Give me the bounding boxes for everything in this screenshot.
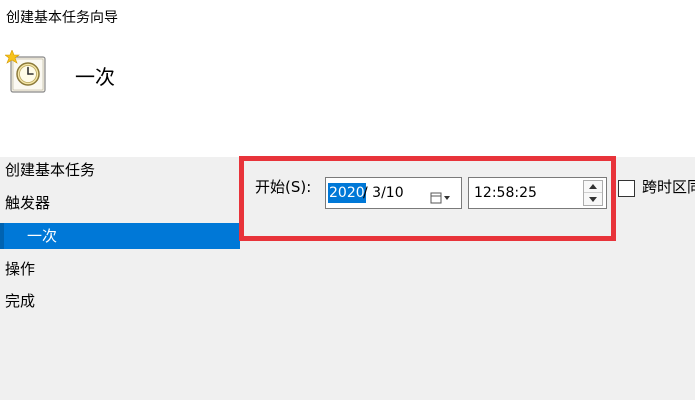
date-month-day-segment[interactable]: / 3/10 [363, 183, 404, 203]
start-date-picker[interactable]: 2020 / 3/10 [325, 177, 462, 209]
spin-up-icon[interactable] [584, 181, 602, 193]
start-time-field[interactable]: 12:58:25 [468, 177, 607, 209]
sync-timezone-label[interactable]: 跨时区同步 [642, 177, 695, 197]
start-label: 开始(S): [255, 178, 312, 196]
date-year-segment[interactable]: 2020 [328, 183, 366, 203]
time-value[interactable]: 12:58:25 [474, 183, 537, 203]
wizard-header: 创建基本任务向导 一次 [0, 0, 695, 157]
sync-timezone-checkbox[interactable] [618, 180, 635, 197]
clock-icon [4, 49, 47, 94]
nav-item-trigger[interactable]: 触发器 [0, 190, 240, 216]
spin-down-icon[interactable] [584, 193, 602, 205]
nav-item-finish[interactable]: 完成 [0, 288, 240, 314]
calendar-dropdown-icon[interactable] [430, 186, 452, 204]
time-spinner[interactable] [583, 180, 603, 206]
task-wizard-window: 创建基本任务向导 一次 创建基本任务 触发器 一次 操作 完成 开始(S): 2… [0, 0, 695, 400]
nav-item-create-basic-task[interactable]: 创建基本任务 [0, 157, 240, 183]
window-title: 创建基本任务向导 [6, 10, 118, 26]
page-title: 一次 [75, 65, 115, 89]
nav-item-one-time[interactable]: 一次 [0, 223, 240, 249]
nav-item-action[interactable]: 操作 [0, 256, 240, 282]
